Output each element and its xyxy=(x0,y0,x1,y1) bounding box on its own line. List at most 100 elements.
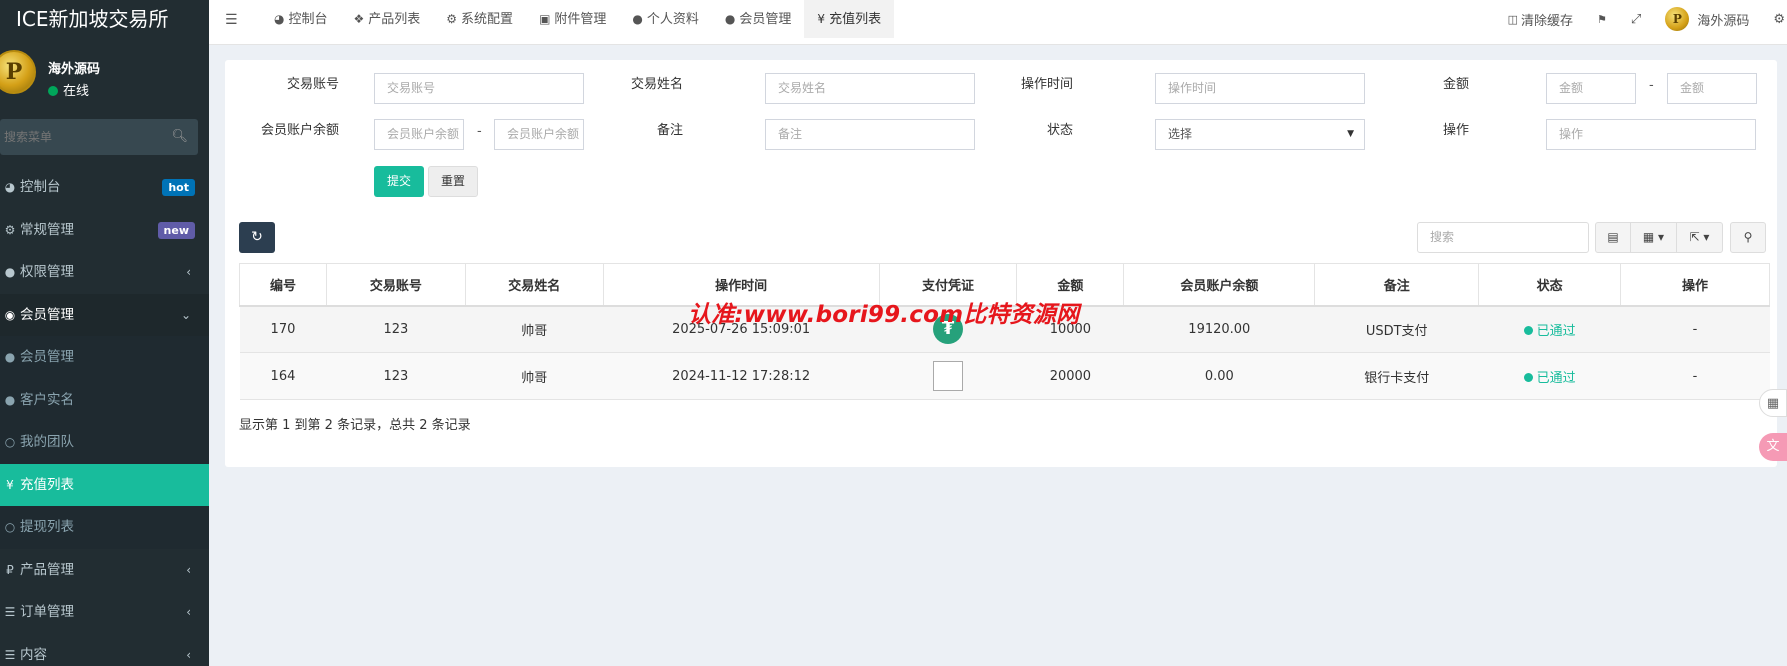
account-input[interactable]: 交易账号 xyxy=(374,73,584,104)
tab-members[interactable]: ● 会员管理 xyxy=(712,0,805,38)
tab-profile[interactable]: ● 个人资料 xyxy=(619,0,712,38)
online-dot-icon xyxy=(48,86,58,96)
export-button[interactable]: ⇱ ▾ xyxy=(1676,222,1723,253)
clear-cache-button[interactable]: ◫ 清除缓存 xyxy=(1496,0,1585,38)
translate-icon[interactable]: 文 xyxy=(1759,433,1787,461)
sidebar-item-label: 内容 xyxy=(20,646,47,663)
user-icon: ● xyxy=(632,12,643,26)
cell-time: 2024-11-12 17:28:12 xyxy=(603,352,880,400)
sidebar-item-team[interactable]: ○ 我的团队 xyxy=(0,421,209,464)
cell-status: 已通过 xyxy=(1478,352,1621,400)
cell-amount: 20000 xyxy=(1016,352,1124,400)
sidebar-item-label: 产品管理 xyxy=(20,561,74,578)
column-header[interactable]: 状态 xyxy=(1478,263,1622,307)
columns-icon: ▦ ▾ xyxy=(1642,230,1665,244)
search-icon[interactable]: 🔍︎ xyxy=(171,129,188,144)
sidebar-item-general[interactable]: ⚙ 常规管理 new xyxy=(0,209,209,252)
remark-input[interactable]: 备注 xyxy=(765,119,975,150)
broken-image-icon[interactable] xyxy=(932,361,963,391)
sidebar-item-content[interactable]: ☰ 内容 ‹ xyxy=(0,634,209,666)
cogs-icon: ⚙ xyxy=(4,222,16,237)
table-row[interactable]: 164 123 帅哥 2024-11-12 17:28:12 20000 0.0… xyxy=(239,352,1770,400)
toggle-view-button[interactable]: ▤ xyxy=(1595,222,1631,253)
user-status-text: 在线 xyxy=(63,84,90,99)
amount-max-input[interactable]: 金额 xyxy=(1667,73,1757,104)
column-header[interactable]: 交易姓名 xyxy=(464,263,604,307)
watermark: 认准:www.bori99.com比特资源网 xyxy=(688,302,1080,328)
cell-op: - xyxy=(1620,352,1770,400)
tab-label: 充值列表 xyxy=(829,12,882,27)
tab-label: 个人资料 xyxy=(646,12,699,27)
menu-toggle-icon[interactable]: ☰ xyxy=(225,12,238,28)
status-text: 已通过 xyxy=(1536,323,1576,339)
sidebar-item-products[interactable]: ₽ 产品管理 ‹ xyxy=(0,549,209,592)
column-header[interactable]: 会员账户余额 xyxy=(1123,263,1316,307)
avatar: P xyxy=(1665,7,1690,31)
sidebar-item-label: 权限管理 xyxy=(20,264,74,280)
sidebar-item-label: 会员管理 xyxy=(20,349,74,365)
column-header[interactable]: 备注 xyxy=(1314,263,1480,307)
dashboard-icon: ◕ xyxy=(4,180,16,194)
reset-button[interactable]: 重置 xyxy=(428,166,478,197)
cell-remark: USDT支付 xyxy=(1314,305,1479,353)
status-dot-icon xyxy=(1523,372,1533,382)
gear-icon: ⚙ xyxy=(446,12,458,26)
balance-min-input[interactable]: 会员账户余额 xyxy=(374,119,464,150)
tab-system-config[interactable]: ⚙ 系统配置 xyxy=(433,0,526,38)
column-header[interactable]: 交易账号 xyxy=(325,263,466,307)
name-input[interactable]: 交易姓名 xyxy=(765,73,975,104)
user-panel: P 海外源码 在线 xyxy=(0,38,209,108)
sidebar-item-dashboard[interactable]: ◕ 控制台 hot xyxy=(0,166,209,209)
cell-account: 123 xyxy=(326,305,466,353)
fullscreen-icon: ⤢ xyxy=(1630,11,1642,27)
group-icon: ● xyxy=(4,265,16,279)
language-button[interactable]: ⚑ xyxy=(1585,0,1619,38)
column-header[interactable]: 编号 xyxy=(239,263,327,307)
sidebar-search-input[interactable] xyxy=(0,119,160,155)
fullscreen-button[interactable]: ⤢ xyxy=(1619,0,1653,38)
name-label: 交易姓名 xyxy=(630,77,683,92)
settings-button[interactable]: ⚙ xyxy=(1761,0,1787,38)
advanced-search-button[interactable]: ⚲ xyxy=(1730,222,1766,253)
column-header[interactable]: 操作 xyxy=(1620,263,1770,307)
refresh-icon: ↻ xyxy=(251,229,263,245)
sidebar-item-recharge[interactable]: ¥ 充值列表 xyxy=(0,463,209,506)
sidebar-item-orders[interactable]: ☰ 订单管理 ‹ xyxy=(0,591,209,634)
tab-recharge[interactable]: ¥ 充值列表 xyxy=(804,0,895,38)
admin-user-menu[interactable]: P 海外源码 xyxy=(1653,0,1761,38)
cell-voucher xyxy=(879,352,1017,400)
time-input[interactable]: 操作时间 xyxy=(1155,73,1365,104)
cell-op: - xyxy=(1620,305,1770,353)
tab-products[interactable]: ❖ 产品列表 xyxy=(341,0,434,38)
sidebar-item-label: 我的团队 xyxy=(20,434,74,450)
cell-name: 帅哥 xyxy=(465,305,604,353)
tab-attachments[interactable]: ▣ 附件管理 xyxy=(526,0,619,38)
balance-max-input[interactable]: 会员账户余额 xyxy=(494,119,584,150)
sidebar-item-member-manage[interactable]: ● 会员管理 xyxy=(0,336,209,379)
amount-min-input[interactable]: 金额 xyxy=(1546,73,1636,104)
sidebar-item-realname[interactable]: ● 客户实名 xyxy=(0,378,209,421)
time-label: 操作时间 xyxy=(1020,77,1073,92)
app-logo-title[interactable]: ICE新加坡交易所 xyxy=(0,0,209,38)
grid-icon[interactable]: ▦ xyxy=(1759,389,1787,417)
sidebar-item-withdraw[interactable]: ○ 提现列表 xyxy=(0,506,209,549)
chevron-left-icon: ‹ xyxy=(186,605,191,619)
sidebar-item-permissions[interactable]: ● 权限管理 ‹ xyxy=(0,251,209,294)
refresh-button[interactable]: ↻ xyxy=(239,222,275,253)
circle-o-icon: ○ xyxy=(4,520,16,534)
account-label: 交易账号 xyxy=(286,77,339,92)
search-icon: ⚲ xyxy=(1743,230,1753,244)
submit-button[interactable]: 提交 xyxy=(374,166,424,197)
nav-right: ◫ 清除缓存 ⚑ ⤢ P 海外源码 ⚙ xyxy=(1496,0,1787,38)
tab-dashboard[interactable]: ◕ 控制台 xyxy=(261,0,341,38)
tab-label: 产品列表 xyxy=(368,12,421,27)
columns-button[interactable]: ▦ ▾ xyxy=(1630,222,1677,253)
chevron-left-icon: ‹ xyxy=(186,265,191,279)
tab-label: 会员管理 xyxy=(739,12,792,27)
op-input[interactable]: 操作 xyxy=(1546,119,1756,150)
list-view-icon: ▤ xyxy=(1607,230,1619,244)
sidebar-item-members[interactable]: ◉ 会员管理 ⌄ xyxy=(0,293,209,336)
status-select[interactable]: 选择 ▼ xyxy=(1155,119,1365,150)
table-search-input[interactable]: 搜索 xyxy=(1417,222,1589,253)
image-icon: ▣ xyxy=(539,12,551,26)
